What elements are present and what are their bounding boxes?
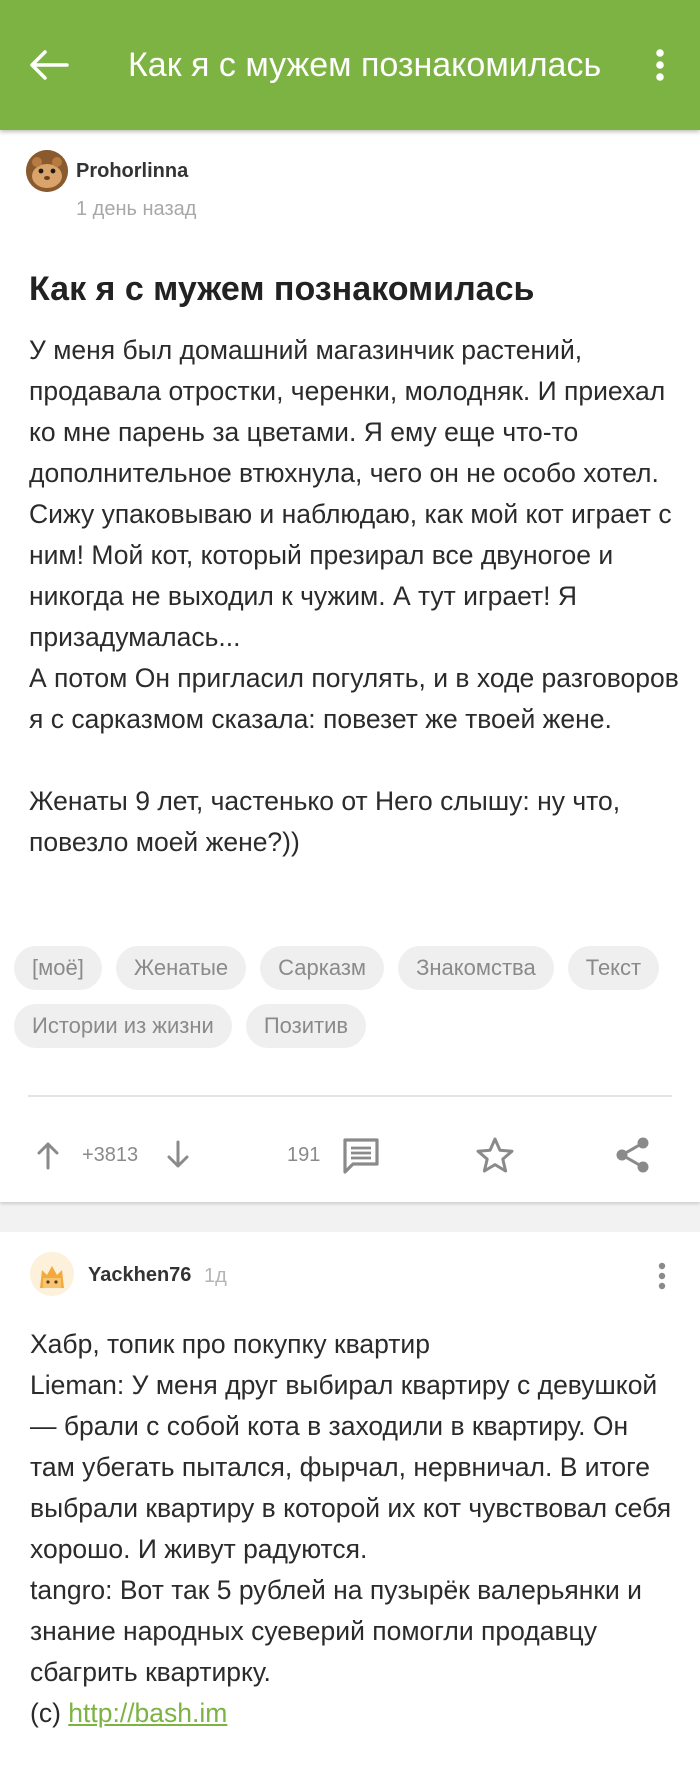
avatar[interactable]: [30, 1252, 74, 1296]
tag-chip[interactable]: Сарказм: [260, 946, 385, 990]
tag-chip[interactable]: Позитив: [245, 1004, 367, 1048]
hamster-avatar-icon: [26, 150, 68, 192]
more-vertical-icon: [656, 49, 664, 81]
post-author-name[interactable]: Prohorlinna: [76, 160, 188, 183]
comment-menu-button[interactable]: [644, 1258, 680, 1294]
tag-chip[interactable]: Знакомства: [398, 946, 554, 990]
comment-text-line: Хабр, топик про покупку квартир: [30, 1329, 430, 1359]
comment-body: Хабр, топик про покупку квартир Lieman: …: [30, 1324, 675, 1734]
post-body: У меня был домашний магазинчик растений,…: [29, 335, 679, 857]
post-actions-bar: +3813 191: [0, 1125, 700, 1185]
more-vertical-icon: [658, 1262, 666, 1290]
app-bar: Как я с мужем познакомилась: [0, 0, 700, 130]
arrow-left-icon: [30, 50, 69, 80]
page-title: Как я с мужем познакомилась: [128, 46, 602, 84]
comment-timestamp: 1д: [204, 1265, 227, 1287]
comment-icon: [343, 1138, 379, 1174]
comment-text-line: Lieman: У меня друг выбирал квартиру с д…: [30, 1370, 672, 1564]
comment-source-line: (с) http://bash.im: [30, 1693, 675, 1734]
arrow-down-icon: [167, 1140, 189, 1168]
comment-text-line: tangro: Вот так 5 рублей на пузырёк вале…: [30, 1575, 642, 1687]
post-rating: +3813: [82, 1144, 139, 1166]
post-title: Как я с мужем познакомилась: [29, 270, 535, 308]
star-icon: [476, 1137, 514, 1173]
source-prefix: (с): [30, 1698, 69, 1728]
cat-avatar-icon: [30, 1252, 74, 1296]
comment-author-name[interactable]: Yackhen76: [88, 1264, 191, 1287]
comments-count: 191: [287, 1144, 321, 1166]
source-link[interactable]: http://bash.im: [68, 1698, 227, 1728]
post-timestamp: 1 день назад: [76, 198, 197, 220]
post-card: Prohorlinna 1 день назад Как я с мужем п…: [0, 130, 700, 1202]
tag-chip[interactable]: Истории из жизни: [14, 1004, 232, 1048]
upvote-button[interactable]: [30, 1125, 66, 1185]
post-author-row: Prohorlinna 1 день назад: [26, 150, 666, 230]
tag-list: [моё] Женатые Сарказм Знакомства Текст И…: [14, 946, 684, 1048]
divider: [28, 1095, 672, 1097]
comment-card: Yackhen76 1д Хабр, топик про покупку ква…: [0, 1232, 700, 1772]
tag-chip[interactable]: Женатые: [115, 946, 247, 990]
overflow-menu-button[interactable]: [640, 42, 680, 88]
tag-chip[interactable]: Текст: [567, 946, 660, 990]
tag-chip[interactable]: [моё]: [14, 946, 102, 990]
share-button[interactable]: [610, 1125, 656, 1185]
back-button[interactable]: [26, 42, 72, 88]
share-icon: [616, 1137, 649, 1173]
downvote-button[interactable]: [160, 1125, 196, 1185]
avatar[interactable]: [26, 150, 68, 192]
comments-button[interactable]: [338, 1125, 384, 1185]
arrow-up-icon: [37, 1142, 59, 1170]
favorite-button[interactable]: [472, 1125, 518, 1185]
